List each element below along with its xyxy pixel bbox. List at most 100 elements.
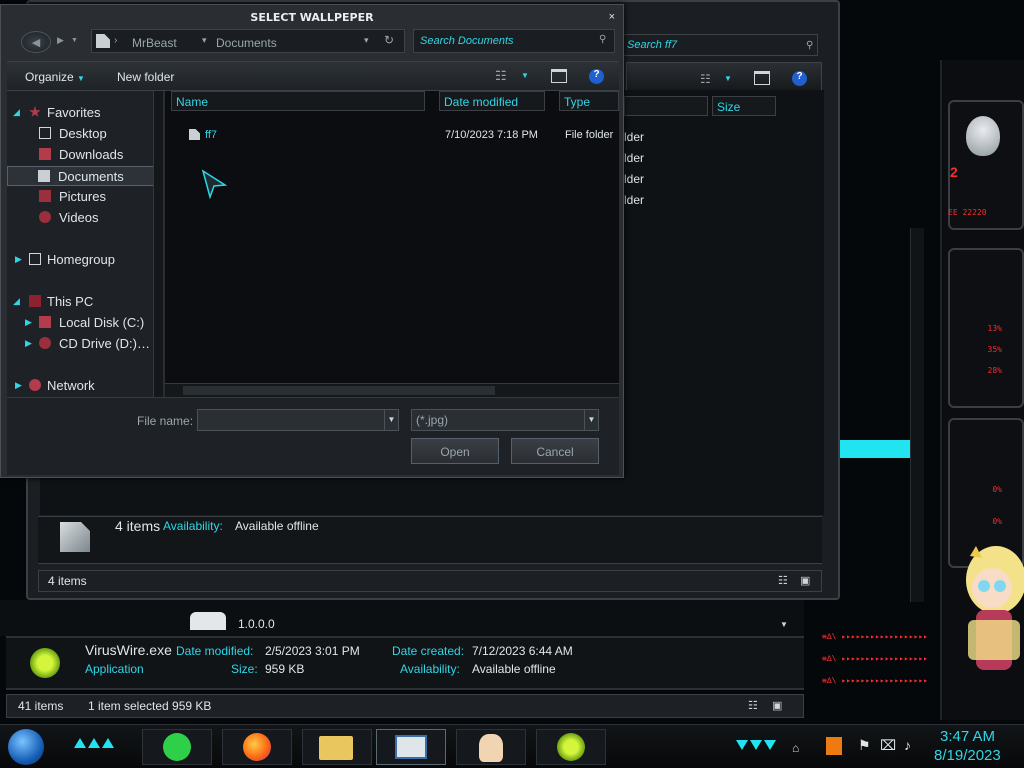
expand-icon[interactable]: ▶ bbox=[25, 338, 32, 349]
firefox-icon bbox=[243, 733, 271, 761]
gadget-stat: 28% bbox=[987, 366, 1002, 375]
bg-type-col-header[interactable] bbox=[624, 96, 708, 116]
expand-icon[interactable]: ◢ bbox=[13, 107, 20, 118]
breadcrumb-documents[interactable]: Documents bbox=[216, 36, 277, 50]
taskbar-app-explorer[interactable] bbox=[302, 729, 372, 765]
tiles-view-icon[interactable]: ▣ bbox=[772, 699, 782, 712]
bg-preview-pane-icon[interactable] bbox=[754, 71, 770, 85]
version-value: 1.0.0.0 bbox=[238, 617, 275, 631]
nav-videos-label: Videos bbox=[59, 210, 99, 225]
nav-pictures-label: Pictures bbox=[59, 189, 106, 204]
file-type-select[interactable]: (*.jpg) ▼ bbox=[411, 409, 599, 431]
clock-time[interactable]: 3:47 AM bbox=[940, 728, 995, 745]
expand-icon[interactable]: ◢ bbox=[13, 296, 20, 307]
volume-icon[interactable]: ♪ bbox=[904, 737, 911, 753]
organize-button[interactable]: Organize ▼ bbox=[25, 70, 85, 84]
file-row[interactable]: ff7 7/10/2023 7:18 PM File folder bbox=[165, 125, 619, 145]
breadcrumb-mrbeast[interactable]: MrBeast bbox=[132, 36, 177, 50]
nav-favorites[interactable]: ◢ Favorites bbox=[7, 103, 155, 123]
date-created-label: Date created: bbox=[392, 644, 465, 658]
taskbar-app-window[interactable] bbox=[376, 729, 446, 765]
show-desktop-icon[interactable]: ⌂ bbox=[792, 741, 799, 755]
change-view-icon[interactable]: ☷ bbox=[495, 68, 507, 84]
back-button[interactable]: ◀ bbox=[21, 31, 51, 53]
nav-desktop-label: Desktop bbox=[59, 126, 107, 141]
nav-network[interactable]: ▶ Network bbox=[7, 376, 155, 396]
cancel-button[interactable]: Cancel bbox=[511, 438, 599, 464]
search-icon[interactable]: ⚲ bbox=[599, 34, 606, 45]
taskbar-app-doctor[interactable] bbox=[456, 729, 526, 765]
open-button[interactable]: Open bbox=[411, 438, 499, 464]
close-button[interactable]: × bbox=[609, 11, 615, 23]
bg-search-icon[interactable]: ⚲ bbox=[806, 40, 813, 51]
name-column-header[interactable]: Name bbox=[171, 91, 425, 111]
recent-dropdown-icon[interactable]: ▼ bbox=[71, 37, 78, 44]
nav-documents[interactable]: Documents bbox=[7, 166, 155, 186]
nav-scrollbar[interactable] bbox=[153, 91, 163, 397]
bg-view-dropdown-icon[interactable]: ▼ bbox=[724, 74, 732, 83]
address-bar[interactable]: › MrBeast ▾ Documents ▾ ↻ bbox=[91, 29, 405, 53]
nav-local-disk[interactable]: ▶ Local Disk (C:) bbox=[7, 313, 155, 333]
details-view-icon[interactable]: ☷ bbox=[778, 574, 788, 587]
taskbar-app-viruswire[interactable] bbox=[536, 729, 606, 765]
nav-downloads[interactable]: Downloads bbox=[7, 145, 155, 165]
refresh-icon[interactable]: ↻ bbox=[384, 33, 394, 47]
bg-help-icon[interactable]: ? bbox=[792, 71, 807, 86]
nav-homegroup[interactable]: ▶ Homegroup bbox=[7, 250, 155, 270]
bg-vertical-scrollbar[interactable] bbox=[910, 228, 924, 602]
availability-value: Available offline bbox=[472, 662, 556, 676]
clock-date[interactable]: 8/19/2023 bbox=[934, 747, 1001, 764]
flag-icon[interactable]: ⚑ bbox=[858, 737, 871, 754]
horizontal-scrollbar[interactable] bbox=[165, 383, 619, 397]
folder-thumbnail-icon bbox=[60, 522, 90, 552]
preview-pane-icon[interactable] bbox=[551, 69, 567, 83]
star-icon bbox=[29, 106, 41, 117]
documents-icon bbox=[38, 170, 50, 182]
expand-icon[interactable]: ▶ bbox=[15, 380, 22, 391]
notes-app-icon bbox=[163, 733, 191, 761]
selected-file-kind: Application bbox=[85, 662, 144, 676]
expand-icon[interactable]: ▶ bbox=[25, 317, 32, 328]
navigation-pane: ◢ Favorites Desktop Downloads Documents … bbox=[7, 91, 163, 397]
chevron-down-icon[interactable]: ▼ bbox=[584, 410, 598, 430]
scrollbar-thumb[interactable] bbox=[183, 386, 495, 395]
date-created-value: 7/12/2023 6:44 AM bbox=[472, 644, 573, 658]
search-input[interactable]: Search Documents bbox=[413, 29, 615, 53]
alienware-logo-icon bbox=[966, 116, 1000, 156]
nav-favorites-label: Favorites bbox=[47, 105, 101, 120]
nav-desktop[interactable]: Desktop bbox=[7, 124, 155, 144]
taskbar-decor bbox=[736, 739, 776, 750]
expand-icon[interactable]: ▶ bbox=[15, 254, 22, 265]
tray-app-icon[interactable] bbox=[826, 737, 842, 755]
new-folder-button[interactable]: New folder bbox=[117, 70, 174, 84]
breadcrumb-chevron-icon[interactable]: ▾ bbox=[202, 35, 207, 46]
taskbar-app-firefox[interactable] bbox=[222, 729, 292, 765]
forward-icon[interactable]: ▶ bbox=[57, 35, 64, 46]
type-column-header[interactable]: Type bbox=[559, 91, 619, 111]
file-name-area: File name: ▼ (*.jpg) ▼ Open Cancel bbox=[7, 397, 619, 475]
scroll-down-icon[interactable]: ▼ bbox=[780, 620, 792, 632]
bg-view-icon[interactable]: ☷ bbox=[700, 72, 711, 86]
details-view-icon[interactable]: ☷ bbox=[748, 699, 758, 712]
nav-this-pc[interactable]: ◢ This PC bbox=[7, 292, 155, 312]
file-name-input[interactable]: ▼ bbox=[197, 409, 399, 431]
taskbar-app-notes[interactable] bbox=[142, 729, 212, 765]
nav-cd-drive[interactable]: ▶ CD Drive (D:) FF bbox=[7, 334, 155, 354]
help-icon[interactable]: ? bbox=[589, 69, 604, 84]
date-modified-column-header[interactable]: Date modified bbox=[439, 91, 545, 111]
start-button[interactable] bbox=[8, 729, 44, 765]
bg-search-input[interactable]: Search ff7 bbox=[620, 34, 818, 56]
network-tray-icon[interactable]: ⌧ bbox=[880, 737, 896, 754]
network-icon bbox=[29, 379, 41, 391]
bg-size-col-header[interactable]: Size bbox=[712, 96, 776, 116]
address-dropdown-icon[interactable]: ▾ bbox=[364, 35, 369, 46]
nav-pictures[interactable]: Pictures bbox=[7, 187, 155, 207]
view-options-dropdown-icon[interactable]: ▼ bbox=[521, 71, 529, 80]
taskbar: ⌂ ⚑ ⌧ ♪ 3:47 AM 8/19/2023 bbox=[0, 724, 1024, 768]
nav-homegroup-label: Homegroup bbox=[47, 252, 115, 267]
breadcrumb-separator-icon: › bbox=[114, 35, 118, 46]
nav-this-pc-label: This PC bbox=[47, 294, 94, 309]
nav-videos[interactable]: Videos bbox=[7, 208, 155, 228]
tiles-view-icon[interactable]: ▣ bbox=[800, 574, 810, 587]
chevron-down-icon[interactable]: ▼ bbox=[384, 410, 398, 430]
